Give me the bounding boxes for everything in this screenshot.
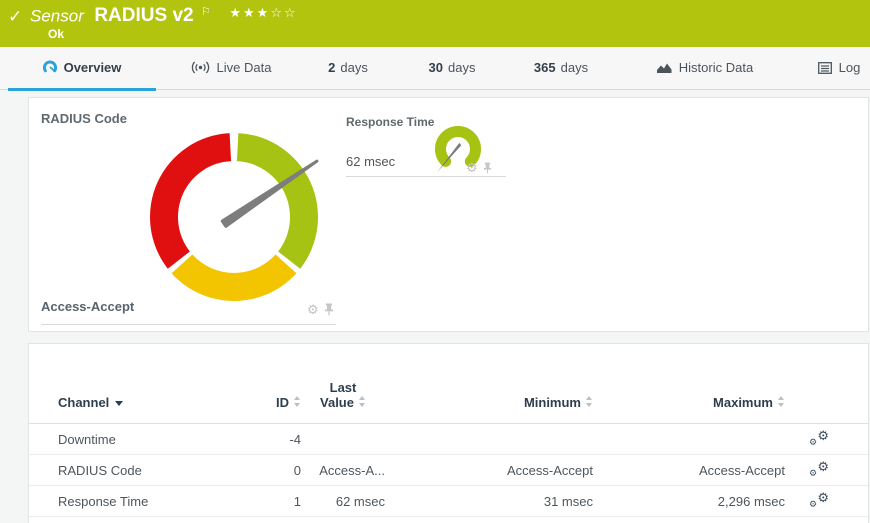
status-text: Ok	[48, 27, 65, 41]
channel-last-value: Access-A...	[301, 454, 385, 486]
channel-minimum: Access-Accept	[385, 454, 593, 486]
channel-id: 1	[241, 485, 301, 517]
priority-stars[interactable]: ★★★☆☆	[229, 5, 297, 20]
table-row-response-time: Response Time 1 62 msec 31 msec 2,296 ms…	[29, 485, 868, 517]
object-kind-label: Sensor	[30, 6, 84, 26]
channel-settings-icon[interactable]: ⚙ ⚙	[809, 428, 829, 447]
radius-code-gauge	[150, 133, 319, 301]
channel-maximum: Access-Accept	[593, 454, 785, 486]
col-label: Value	[320, 395, 354, 410]
tab-number: 30	[428, 60, 443, 75]
channel-settings-icon[interactable]: ⚙ ⚙	[809, 459, 829, 478]
col-header-minimum[interactable]: Minimum	[385, 344, 593, 424]
channels-panel: Channel ID Last Value Minimum Maximum Do…	[28, 343, 869, 523]
channel-maximum: 2,296 msec	[593, 485, 785, 517]
gauge-settings-gear-icon[interactable]: ⚙	[466, 161, 478, 174]
tab-365-days[interactable]: 365 days	[523, 47, 599, 90]
status-check-icon: ✓	[8, 7, 23, 26]
sort-icon	[294, 396, 301, 407]
col-header-last-value[interactable]: Last Value	[301, 344, 385, 424]
tab-log[interactable]: Log	[810, 47, 868, 90]
live-data-icon	[191, 49, 210, 90]
col-label: ID	[276, 395, 289, 410]
response-time-value: 62 msec	[346, 154, 396, 169]
channel-last-value: 62 msec	[301, 485, 385, 517]
tab-label: Log	[838, 60, 861, 75]
col-label: Maximum	[713, 395, 773, 410]
col-header-channel[interactable]: Channel	[29, 344, 241, 424]
col-header-id[interactable]: ID	[241, 344, 301, 424]
radius-code-value: Access-Accept	[41, 299, 135, 314]
sort-desc-icon	[115, 401, 124, 406]
table-header-row: Channel ID Last Value Minimum Maximum	[29, 344, 868, 424]
gauge-title-response-time: Response Time	[346, 115, 435, 129]
gauge-segment-green	[236, 133, 318, 269]
channel-minimum	[385, 423, 593, 455]
channel-name: Response Time	[29, 485, 241, 517]
gauges-panel: RADIUS Code Access-Accept ⚙ Response Tim…	[28, 97, 869, 332]
col-header-maximum[interactable]: Maximum	[593, 344, 785, 424]
prtg-sensor-page: ✓ Sensor RADIUS v2 ⚐ ★★★☆☆ Ok Overview L…	[0, 0, 870, 523]
channel-id: 0	[241, 454, 301, 486]
tab-label: Historic Data	[678, 60, 754, 75]
channel-name: Downtime	[29, 423, 241, 455]
area-chart-icon	[656, 49, 672, 90]
col-header-settings	[785, 344, 868, 424]
pin-gauge-icon[interactable]	[324, 303, 334, 316]
tab-label: days	[448, 60, 476, 75]
log-icon	[817, 49, 832, 90]
sort-icon	[586, 396, 593, 407]
gauge-settings-gear-icon[interactable]: ⚙	[307, 303, 319, 316]
flag-icon[interactable]: ⚐	[201, 6, 211, 18]
tab-label: Overview	[63, 60, 122, 75]
col-label: Channel	[58, 395, 110, 410]
channel-minimum: 31 msec	[385, 485, 593, 517]
tab-historic-data[interactable]: Historic Data	[650, 47, 760, 90]
gauge-segment-red	[150, 133, 232, 269]
sort-icon	[358, 396, 366, 407]
tab-label: Live Data	[216, 60, 272, 75]
gauge-segment-yellow	[171, 254, 297, 301]
tab-30-days[interactable]: 30 days	[419, 47, 485, 90]
sort-icon	[778, 396, 785, 407]
channel-last-value	[301, 423, 385, 455]
tab-overview[interactable]: Overview	[8, 47, 156, 91]
pin-gauge-icon[interactable]	[483, 162, 492, 174]
channel-name: RADIUS Code	[29, 454, 241, 486]
channel-settings-icon[interactable]: ⚙ ⚙	[809, 490, 829, 509]
tab-label: days	[560, 60, 589, 75]
tab-live-data[interactable]: Live Data	[183, 47, 279, 90]
sensor-status-header: ✓ Sensor RADIUS v2 ⚐ ★★★☆☆ Ok	[0, 0, 870, 47]
tab-bar: Overview Live Data 2 days 30 days 365 days	[0, 47, 870, 91]
tab-number: 2	[328, 60, 336, 75]
channel-maximum	[593, 423, 785, 455]
active-tab-underline	[8, 88, 156, 91]
tab-number: 365	[533, 60, 556, 75]
table-row-downtime: Downtime -4 ⚙ ⚙	[29, 423, 868, 455]
col-label: Minimum	[523, 395, 581, 410]
channel-id: -4	[241, 423, 301, 455]
table-row-radius-code: RADIUS Code 0 Access-A... Access-Accept …	[29, 454, 868, 486]
tab-2-days[interactable]: 2 days	[318, 47, 378, 90]
col-label: Last	[329, 380, 357, 395]
gauge-divider	[41, 324, 336, 325]
sensor-name: RADIUS v2	[94, 5, 194, 27]
gauge-title-radius-code: RADIUS Code	[41, 111, 127, 126]
gauge-icon	[42, 49, 57, 90]
channels-table: Channel ID Last Value Minimum Maximum Do…	[29, 344, 868, 517]
gauge-divider	[346, 176, 506, 177]
tab-label: days	[340, 60, 368, 75]
